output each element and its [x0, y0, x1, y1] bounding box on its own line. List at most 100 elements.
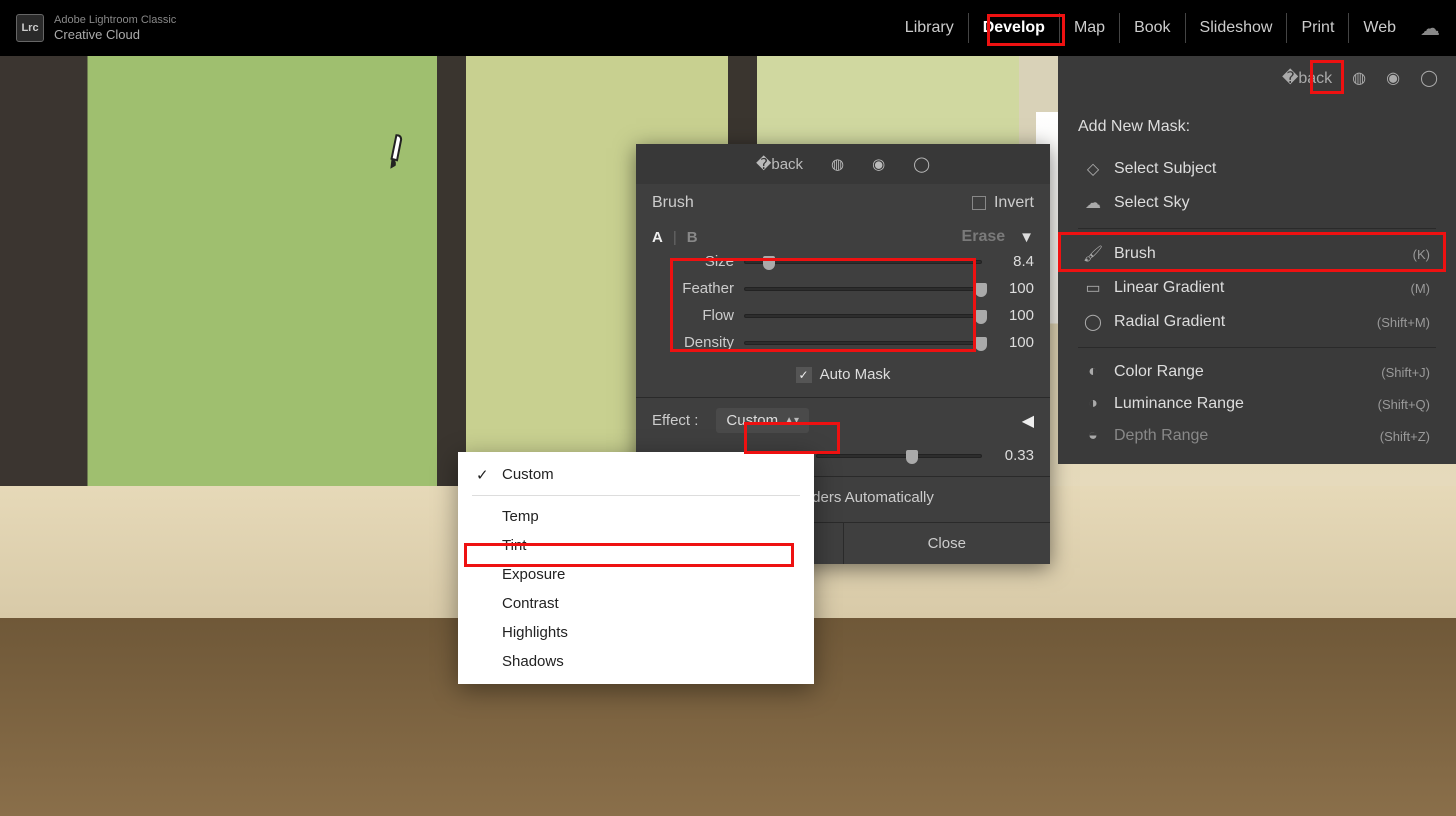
slider-size[interactable] [744, 260, 982, 264]
slider-value: 100 [982, 280, 1034, 297]
invert-label: Invert [994, 194, 1034, 212]
healing-tool-icon[interactable]: ◍ [1352, 68, 1366, 88]
slider-row-density: Density 100 [636, 329, 1050, 356]
right-toolstrip: �back ◍ ◉ ◯ [1058, 56, 1456, 100]
automask-label: Auto Mask [820, 366, 891, 383]
nav-library[interactable]: Library [891, 13, 969, 43]
invert-checkbox[interactable] [972, 196, 986, 210]
mask-item-icon: ◐ [1084, 363, 1102, 381]
mask-item-select-subject[interactable]: ◇ Select Subject [1078, 152, 1436, 186]
crop-mini-icon[interactable]: �back [756, 155, 803, 173]
mask-item-shortcut: (K) [1413, 247, 1430, 262]
slider-thumb[interactable] [975, 337, 987, 351]
redeye-tool-icon[interactable]: ◉ [1386, 68, 1400, 88]
effect-menu-item-custom[interactable]: Custom [458, 460, 814, 489]
nav-slideshow[interactable]: Slideshow [1186, 13, 1288, 43]
slider-thumb[interactable] [975, 310, 987, 324]
automask-checkbox[interactable]: ✓ [796, 367, 812, 383]
brand-line2: Creative Cloud [54, 27, 176, 43]
mask-item-luminance-range[interactable]: ◑ Luminance Range (Shift+Q) [1078, 388, 1436, 420]
mask-item-shortcut: (Shift+Q) [1378, 397, 1430, 412]
mask-item-label: Luminance Range [1114, 395, 1244, 413]
nav-book[interactable]: Book [1120, 13, 1185, 43]
heal-mini-icon[interactable]: ◍ [831, 155, 844, 173]
effect-menu-item-highlights[interactable]: Highlights [458, 618, 814, 647]
effect-menu-item-exposure[interactable]: Exposure [458, 560, 814, 589]
mask-item-depth-range[interactable]: ◒Depth Range(Shift+Z) [1078, 420, 1436, 452]
mask-item-label: Depth Range [1114, 427, 1208, 445]
mask-item-radial-gradient[interactable]: ◯ Radial Gradient (Shift+M) [1078, 305, 1436, 339]
module-nav: LibraryDevelopMapBookSlideshowPrintWeb [891, 13, 1410, 43]
mask-item-label: Brush [1114, 245, 1156, 263]
disclosure-triangle-icon[interactable]: ▼ [1019, 229, 1034, 246]
mask-item-icon: ◑ [1084, 395, 1102, 413]
nav-develop[interactable]: Develop [969, 13, 1060, 43]
mask-item-icon: ◇ [1084, 159, 1102, 179]
slider-row-feather: Feather 100 [636, 275, 1050, 302]
mask-item-linear-gradient[interactable]: ▭Linear Gradient(M) [1078, 271, 1436, 305]
brush-ab-row: A | B Erase ▼ [636, 222, 1050, 248]
dropdown-caret-icon: ▲▾ [784, 415, 799, 426]
redeye-mini-icon[interactable]: ◉ [872, 155, 885, 173]
effect-menu-item-temp[interactable]: Temp [458, 502, 814, 531]
mask-item-select-sky[interactable]: ☁ Select Sky [1078, 186, 1436, 220]
slider-label: Feather [652, 280, 744, 297]
mask-item-shortcut: (Shift+J) [1381, 365, 1430, 380]
cloud-sync-icon[interactable]: ☁ [1420, 16, 1440, 41]
slider-density[interactable] [744, 341, 982, 345]
mask-item-shortcut: (Shift+M) [1377, 315, 1430, 330]
close-button[interactable]: Close [844, 523, 1051, 564]
brand-line1: Adobe Lightroom Classic [54, 14, 176, 27]
mask-item-icon: 🖌 [1084, 244, 1102, 264]
effect-menu-item-tint[interactable]: Tint [458, 531, 814, 560]
brand-text: Adobe Lightroom Classic Creative Cloud [54, 14, 176, 43]
slider-feather[interactable] [744, 287, 982, 291]
masking-tool-icon[interactable]: ◯ [1420, 68, 1438, 88]
brush-panel-header: Brush Invert [636, 184, 1050, 222]
mask-item-shortcut: (M) [1411, 281, 1431, 296]
effect-value: Custom [726, 412, 778, 429]
effect-menu-item-contrast[interactable]: Contrast [458, 589, 814, 618]
nav-print[interactable]: Print [1287, 13, 1349, 43]
brush-b-button[interactable]: B [687, 229, 698, 246]
mask-mini-icon[interactable]: ◯ [913, 155, 930, 173]
effect-dropdown[interactable]: Custom ▲▾ [716, 408, 809, 433]
nav-web[interactable]: Web [1349, 13, 1410, 43]
brush-a-button[interactable]: A [652, 229, 663, 246]
slider-value: 100 [982, 334, 1034, 351]
brush-erase-button[interactable]: Erase [962, 228, 1006, 246]
brush-title: Brush [652, 194, 694, 212]
app-header: Lrc Adobe Lightroom Classic Creative Clo… [0, 0, 1456, 56]
amount-value: 0.33 [982, 447, 1034, 464]
mask-item-label: Color Range [1114, 363, 1204, 381]
slider-flow[interactable] [744, 314, 982, 318]
amount-slider-thumb[interactable] [906, 450, 918, 464]
slider-value: 100 [982, 307, 1034, 324]
mask-item-icon: ▭ [1084, 278, 1102, 298]
mask-item-label: Select Sky [1114, 194, 1190, 212]
mask-item-icon: ☁ [1084, 193, 1102, 213]
mask-item-color-range[interactable]: ◐ Color Range (Shift+J) [1078, 356, 1436, 388]
effect-menu-item-shadows[interactable]: Shadows [458, 647, 814, 676]
slider-row-flow: Flow 100 [636, 302, 1050, 329]
effect-label: Effect : [652, 412, 698, 429]
slider-label: Flow [652, 307, 744, 324]
app-logo: Lrc [16, 14, 44, 42]
effect-menu: Custom TempTintExposureContrastHighlights… [458, 452, 814, 684]
nav-map[interactable]: Map [1060, 13, 1120, 43]
slider-label: Size [652, 253, 744, 270]
effect-row: Effect : Custom ▲▾ ◀ [636, 397, 1050, 443]
slider-thumb[interactable] [763, 256, 775, 270]
automask-row[interactable]: ✓ Auto Mask [636, 356, 1050, 397]
slider-label: Density [652, 334, 744, 351]
mask-panel-title: Add New Mask: [1078, 118, 1436, 136]
crop-tool-icon[interactable]: �back [1282, 68, 1332, 88]
mask-item-label: Select Subject [1114, 160, 1216, 178]
amount-slider[interactable] [816, 454, 982, 458]
mask-item-icon: ◯ [1084, 312, 1102, 332]
effect-disclosure-icon[interactable]: ◀ [1022, 411, 1034, 431]
mask-item-label: Radial Gradient [1114, 313, 1225, 331]
slider-value: 8.4 [982, 253, 1034, 270]
slider-thumb[interactable] [975, 283, 987, 297]
mask-item-brush[interactable]: 🖌 Brush (K) [1078, 237, 1436, 271]
